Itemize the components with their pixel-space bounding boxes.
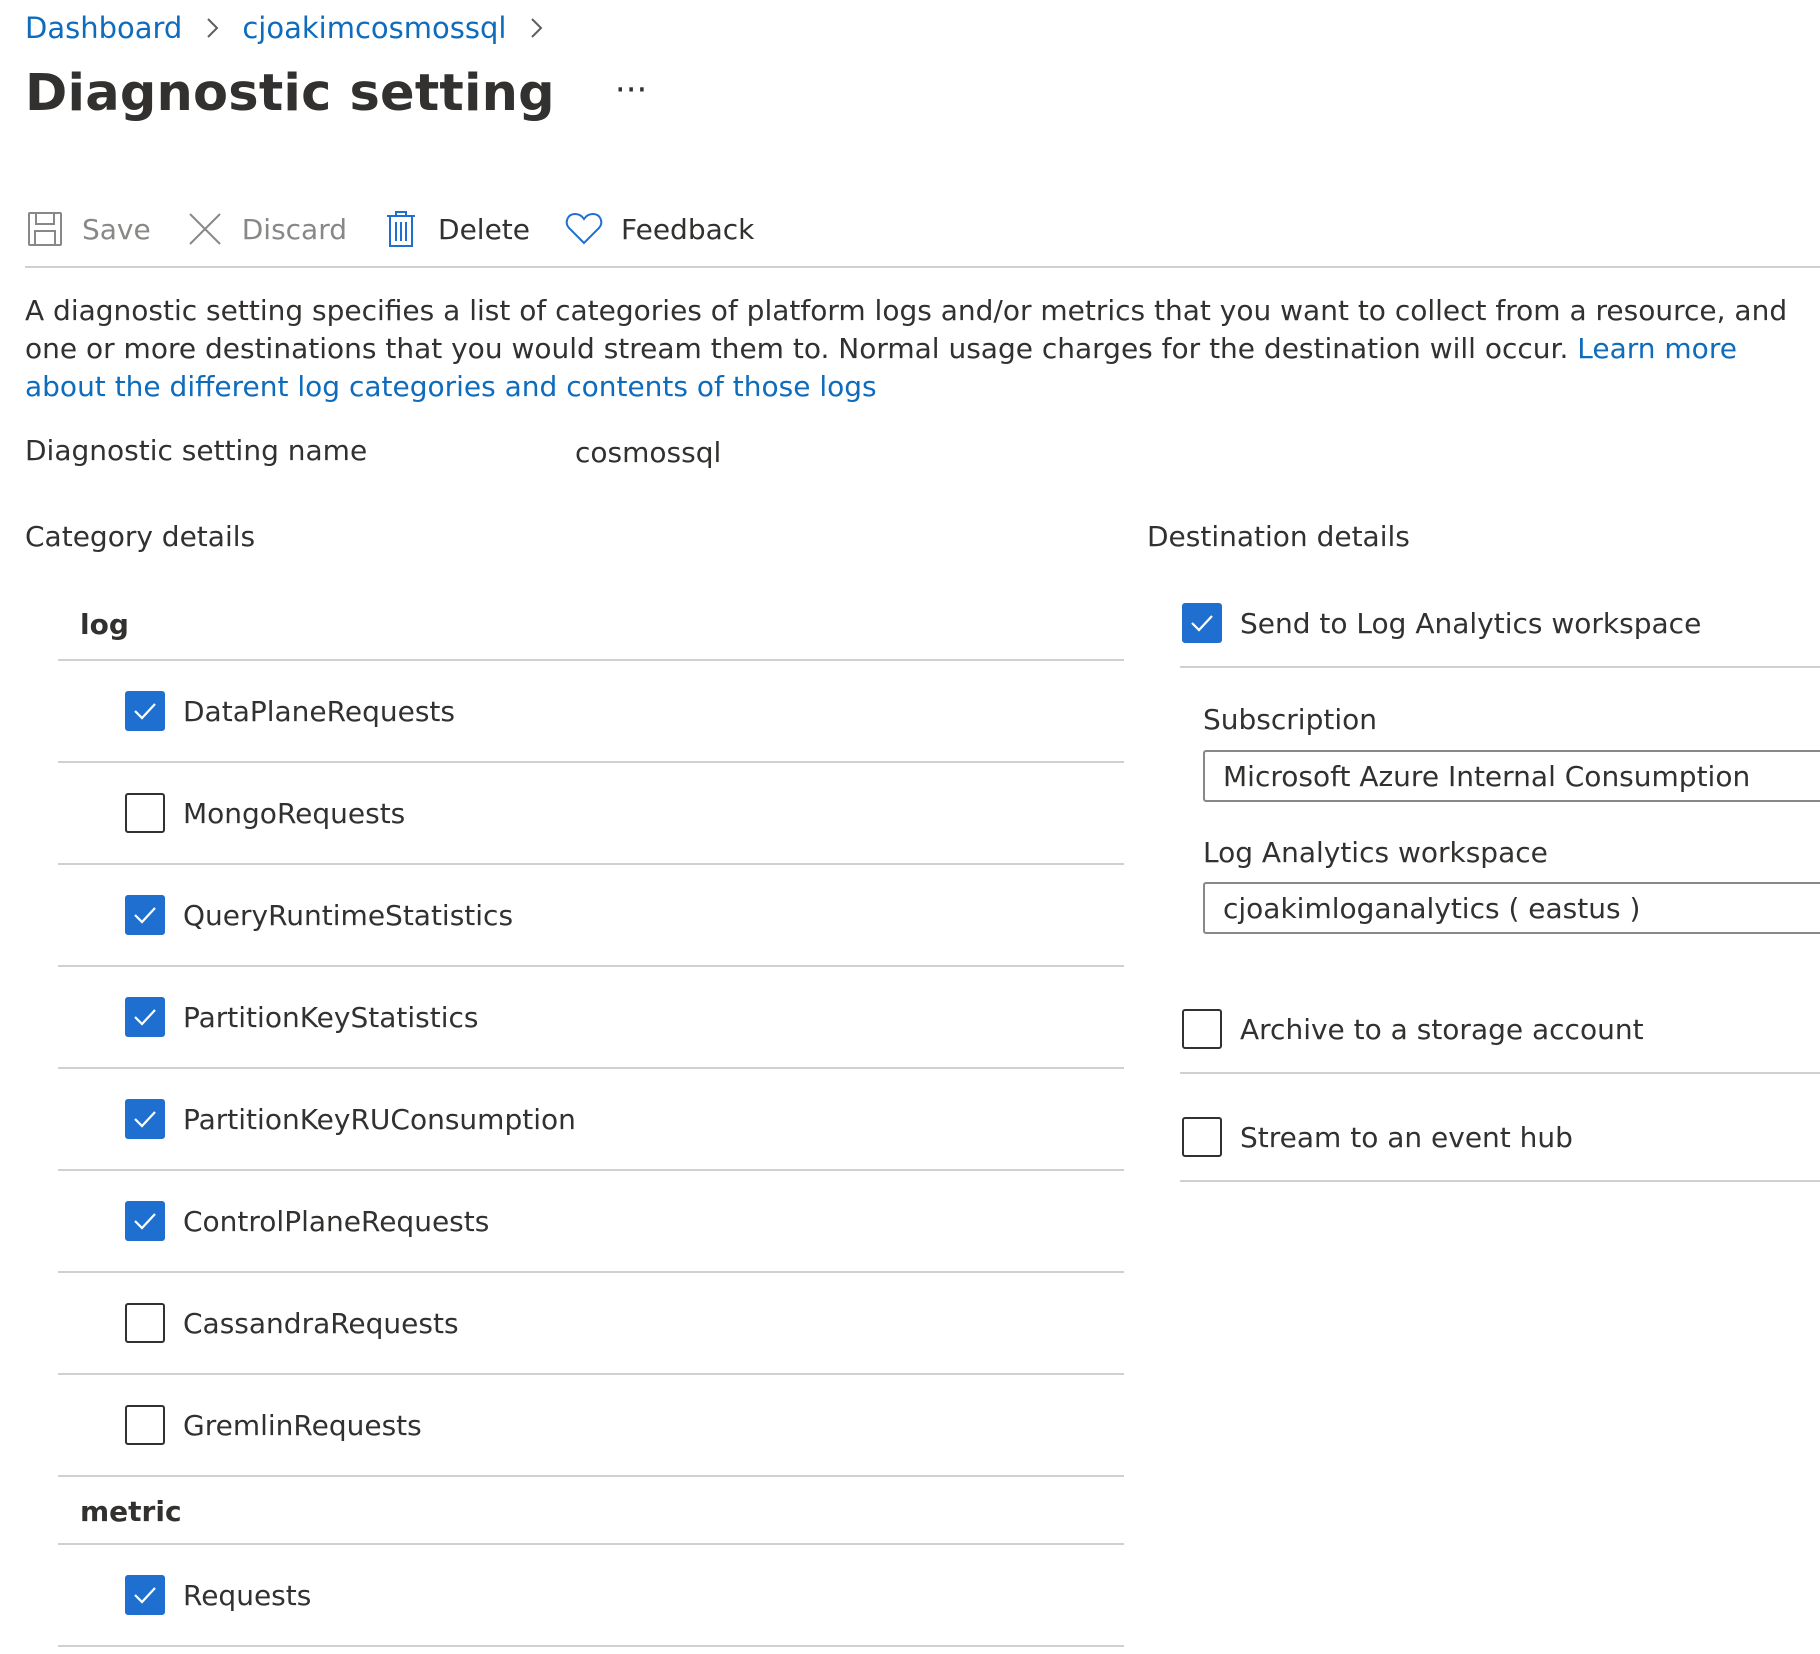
- setting-name-value: cosmossql: [575, 436, 722, 469]
- log-item: GremlinRequests: [125, 1404, 422, 1446]
- divider: [58, 1169, 1124, 1171]
- breadcrumb-resource-link[interactable]: cjoakimcosmossql: [242, 11, 506, 45]
- divider: [58, 1271, 1124, 1273]
- subscription-value: Microsoft Azure Internal Consumption: [1223, 759, 1751, 793]
- divider: [1180, 666, 1820, 668]
- close-icon: [185, 209, 225, 249]
- subscription-label: Subscription: [1203, 703, 1377, 736]
- divider: [58, 761, 1124, 763]
- divider: [58, 659, 1124, 661]
- metric-checkbox-0[interactable]: [125, 1575, 165, 1615]
- description-text: A diagnostic setting specifies a list of…: [25, 292, 1805, 406]
- divider: [58, 1543, 1124, 1545]
- log-analytics-checkbox[interactable]: [1182, 603, 1222, 643]
- log-item: PartitionKeyStatistics: [125, 996, 478, 1038]
- delete-button[interactable]: Delete: [381, 209, 530, 249]
- save-label: Save: [82, 212, 151, 246]
- metric-label: Requests: [183, 1578, 312, 1612]
- feedback-label: Feedback: [621, 212, 755, 246]
- log-label: ControlPlaneRequests: [183, 1204, 490, 1238]
- log-checkbox-4[interactable]: [125, 1099, 165, 1139]
- toolbar: Save Discard Delete Feedback: [25, 204, 788, 254]
- log-group-header: log: [80, 608, 129, 641]
- event-hub-option: Stream to an event hub: [1182, 1116, 1573, 1158]
- log-item: PartitionKeyRUConsumption: [125, 1098, 576, 1140]
- log-checkbox-3[interactable]: [125, 997, 165, 1037]
- log-item: MongoRequests: [125, 792, 405, 834]
- heart-icon: [564, 209, 604, 249]
- chevron-right-icon: [192, 8, 232, 48]
- log-label: QueryRuntimeStatistics: [183, 898, 514, 932]
- log-label: PartitionKeyRUConsumption: [183, 1102, 576, 1136]
- workspace-value: cjoakimloganalytics ( eastus ): [1223, 891, 1641, 925]
- divider: [1180, 1180, 1820, 1182]
- metric-group-header: metric: [80, 1495, 182, 1528]
- trash-icon: [381, 209, 421, 249]
- log-checkbox-6[interactable]: [125, 1303, 165, 1343]
- discard-label: Discard: [241, 212, 348, 246]
- save-icon: [25, 209, 65, 249]
- log-checkbox-0[interactable]: [125, 691, 165, 731]
- log-checkbox-2[interactable]: [125, 895, 165, 935]
- divider: [58, 863, 1124, 865]
- metric-item: Requests: [125, 1574, 311, 1616]
- storage-option: Archive to a storage account: [1182, 1008, 1644, 1050]
- delete-label: Delete: [438, 212, 531, 246]
- log-label: DataPlaneRequests: [183, 694, 455, 728]
- page-title: Diagnostic setting: [25, 64, 555, 123]
- divider: [58, 1373, 1124, 1375]
- log-analytics-label: Send to Log Analytics workspace: [1240, 606, 1702, 640]
- divider: [58, 965, 1124, 967]
- storage-checkbox[interactable]: [1182, 1009, 1222, 1049]
- log-checkbox-7[interactable]: [125, 1405, 165, 1445]
- breadcrumb-dashboard-link[interactable]: Dashboard: [25, 11, 182, 45]
- setting-name-label: Diagnostic setting name: [25, 434, 368, 467]
- event-hub-checkbox[interactable]: [1182, 1117, 1222, 1157]
- log-label: MongoRequests: [183, 796, 406, 830]
- log-label: CassandraRequests: [183, 1306, 459, 1340]
- subscription-select[interactable]: Microsoft Azure Internal Consumption: [1203, 750, 1820, 802]
- save-button[interactable]: Save: [25, 209, 151, 249]
- feedback-button[interactable]: Feedback: [564, 209, 754, 249]
- log-label: PartitionKeyStatistics: [183, 1000, 479, 1034]
- log-checkbox-5[interactable]: [125, 1201, 165, 1241]
- divider: [58, 1067, 1124, 1069]
- divider: [1180, 1072, 1820, 1074]
- event-hub-label: Stream to an event hub: [1240, 1120, 1573, 1154]
- title-row: Diagnostic setting ···: [25, 64, 651, 123]
- description-body: A diagnostic setting specifies a list of…: [25, 294, 1788, 365]
- discard-button[interactable]: Discard: [185, 209, 347, 249]
- log-item: CassandraRequests: [125, 1302, 459, 1344]
- log-item: ControlPlaneRequests: [125, 1200, 489, 1242]
- diagnostic-setting-page: Dashboard cjoakimcosmossql Diagnostic se…: [0, 0, 1820, 1654]
- more-options-button[interactable]: ···: [611, 73, 651, 107]
- log-checkbox-1[interactable]: [125, 793, 165, 833]
- divider: [58, 1645, 1124, 1647]
- breadcrumb: Dashboard cjoakimcosmossql: [25, 8, 566, 48]
- log-label: GremlinRequests: [183, 1408, 422, 1442]
- workspace-label: Log Analytics workspace: [1203, 836, 1548, 869]
- log-analytics-option: Send to Log Analytics workspace: [1182, 602, 1701, 644]
- destination-details-title: Destination details: [1147, 520, 1410, 553]
- toolbar-divider: [25, 266, 1820, 268]
- divider: [58, 1475, 1124, 1477]
- category-details-title: Category details: [25, 520, 256, 553]
- chevron-right-icon: [516, 8, 556, 48]
- log-item: QueryRuntimeStatistics: [125, 894, 513, 936]
- log-item: DataPlaneRequests: [125, 690, 455, 732]
- workspace-select[interactable]: cjoakimloganalytics ( eastus ): [1203, 882, 1820, 934]
- storage-label: Archive to a storage account: [1240, 1012, 1644, 1046]
